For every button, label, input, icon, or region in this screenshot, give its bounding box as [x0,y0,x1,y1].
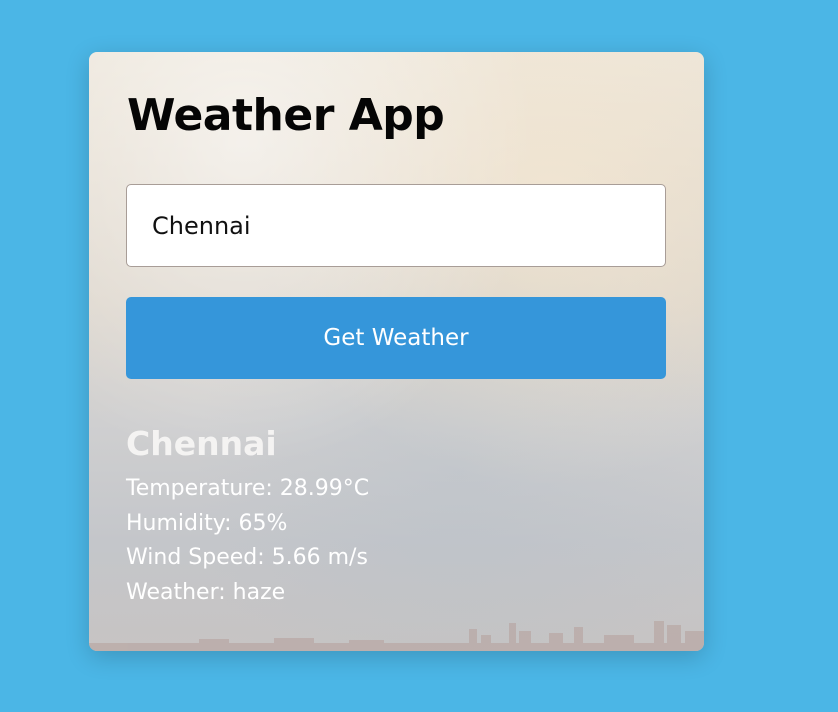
temperature-text: Temperature: 28.99°C [126,476,370,501]
city-skyline-background [89,621,704,651]
city-input[interactable] [126,184,666,267]
weather-condition-text: Weather: haze [126,579,286,605]
result-city-name: Chennai [126,424,277,463]
weather-card: Weather App Get Weather Chennai Temperat… [89,52,704,651]
get-weather-button[interactable]: Get Weather [126,297,666,379]
weather-result: Chennai Temperature: 28.99°C Humidity: 6… [126,424,369,610]
page-title: Weather App [127,90,445,141]
humidity-text: Humidity: 65% [126,510,288,536]
wind-speed-text: Wind Speed: 5.66 m/s [126,545,368,570]
